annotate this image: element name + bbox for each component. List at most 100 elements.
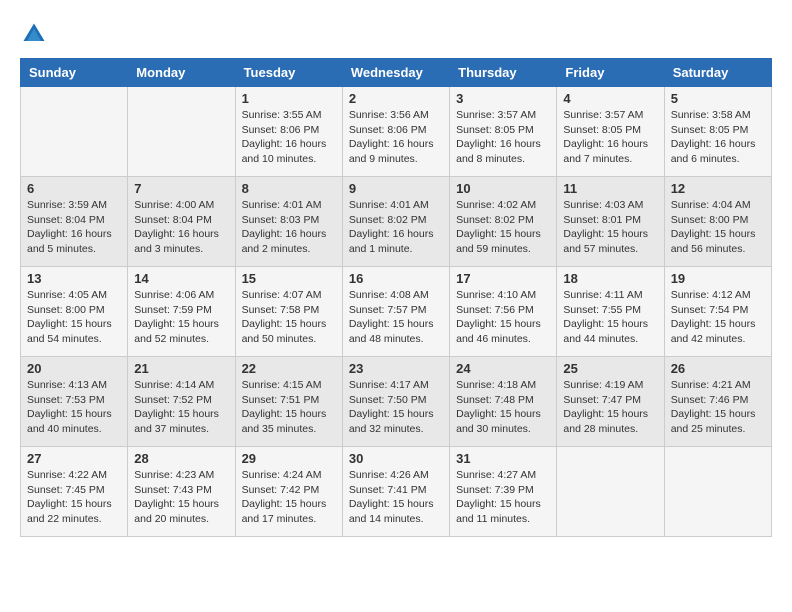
day-cell: 8 Sunrise: 4:01 AM Sunset: 8:03 PM Daylig…: [235, 177, 342, 267]
day-cell: [128, 87, 235, 177]
day-cell: 29Sunrise: 4:24 AM Sunset: 7:42 PM Dayli…: [235, 447, 342, 537]
day-cell: 20 Sunrise: 4:13 AM Sunset: 7:53 PM Dayli…: [21, 357, 128, 447]
calendar-table: SundayMondayTuesdayWednesdayThursdayFrid…: [20, 58, 772, 537]
day-number: 20: [27, 361, 121, 376]
day-cell: 7 Sunrise: 4:00 AM Sunset: 8:04 PM Daylig…: [128, 177, 235, 267]
day-info: Sunrise: 4:12 AM Sunset: 7:54 PM Dayligh…: [671, 288, 765, 347]
day-cell: 30 Sunrise: 4:26 AM Sunset: 7:41 PM Dayli…: [342, 447, 449, 537]
day-info: Sunrise: 4:03 AM Sunset: 8:01 PM Dayligh…: [563, 198, 657, 257]
day-number: 8: [242, 181, 336, 196]
day-cell: 23Sunrise: 4:17 AM Sunset: 7:50 PM Dayli…: [342, 357, 449, 447]
day-cell: [21, 87, 128, 177]
day-info: Sunrise: 4:11 AM Sunset: 7:55 PM Dayligh…: [563, 288, 657, 347]
day-info: Sunrise: 4:14 AM Sunset: 7:52 PM Dayligh…: [134, 378, 228, 437]
day-cell: 27Sunrise: 4:22 AM Sunset: 7:45 PM Dayli…: [21, 447, 128, 537]
day-cell: 3Sunrise: 3:57 AM Sunset: 8:05 PM Daylig…: [450, 87, 557, 177]
day-info: Sunrise: 4:07 AM Sunset: 7:58 PM Dayligh…: [242, 288, 336, 347]
day-number: 14: [134, 271, 228, 286]
day-info: Sunrise: 4:15 AM Sunset: 7:51 PM Dayligh…: [242, 378, 336, 437]
day-cell: 17 Sunrise: 4:10 AM Sunset: 7:56 PM Dayli…: [450, 267, 557, 357]
day-number: 16: [349, 271, 443, 286]
day-number: 18: [563, 271, 657, 286]
logo-icon: [20, 20, 48, 48]
week-row-3: 20 Sunrise: 4:13 AM Sunset: 7:53 PM Dayli…: [21, 357, 772, 447]
day-number: 22: [242, 361, 336, 376]
day-cell: 11 Sunrise: 4:03 AM Sunset: 8:01 PM Dayli…: [557, 177, 664, 267]
day-number: 30: [349, 451, 443, 466]
week-row-1: 6 Sunrise: 3:59 AM Sunset: 8:04 PM Daylig…: [21, 177, 772, 267]
day-cell: 16 Sunrise: 4:08 AM Sunset: 7:57 PM Dayli…: [342, 267, 449, 357]
day-number: 6: [27, 181, 121, 196]
day-number: 19: [671, 271, 765, 286]
day-number: 1: [242, 91, 336, 106]
day-number: 31: [456, 451, 550, 466]
day-number: 10: [456, 181, 550, 196]
day-cell: 31 Sunrise: 4:27 AM Sunset: 7:39 PM Dayli…: [450, 447, 557, 537]
day-number: 29: [242, 451, 336, 466]
day-number: 23: [349, 361, 443, 376]
day-number: 7: [134, 181, 228, 196]
day-info: Sunrise: 3:59 AM Sunset: 8:04 PM Dayligh…: [27, 198, 121, 257]
day-cell: 12 Sunrise: 4:04 AM Sunset: 8:00 PM Dayli…: [664, 177, 771, 267]
header-saturday: Saturday: [664, 59, 771, 87]
day-info: Sunrise: 4:00 AM Sunset: 8:04 PM Dayligh…: [134, 198, 228, 257]
day-number: 25: [563, 361, 657, 376]
page-header: [20, 20, 772, 48]
day-info: Sunrise: 4:06 AM Sunset: 7:59 PM Dayligh…: [134, 288, 228, 347]
day-info: Sunrise: 4:10 AM Sunset: 7:56 PM Dayligh…: [456, 288, 550, 347]
day-info: Sunrise: 3:55 AM Sunset: 8:06 PM Dayligh…: [242, 108, 336, 167]
header-thursday: Thursday: [450, 59, 557, 87]
day-cell: 9 Sunrise: 4:01 AM Sunset: 8:02 PM Daylig…: [342, 177, 449, 267]
header-friday: Friday: [557, 59, 664, 87]
day-number: 24: [456, 361, 550, 376]
day-number: 27: [27, 451, 121, 466]
day-cell: 5 Sunrise: 3:58 AM Sunset: 8:05 PM Daylig…: [664, 87, 771, 177]
day-cell: 14 Sunrise: 4:06 AM Sunset: 7:59 PM Dayli…: [128, 267, 235, 357]
day-number: 21: [134, 361, 228, 376]
header-monday: Monday: [128, 59, 235, 87]
day-cell: 18 Sunrise: 4:11 AM Sunset: 7:55 PM Dayli…: [557, 267, 664, 357]
day-info: Sunrise: 3:57 AM Sunset: 8:05 PM Dayligh…: [563, 108, 657, 167]
day-cell: 2Sunrise: 3:56 AM Sunset: 8:06 PM Daylig…: [342, 87, 449, 177]
day-number: 3: [456, 91, 550, 106]
logo: [20, 20, 52, 48]
day-cell: 24Sunrise: 4:18 AM Sunset: 7:48 PM Dayli…: [450, 357, 557, 447]
week-row-4: 27Sunrise: 4:22 AM Sunset: 7:45 PM Dayli…: [21, 447, 772, 537]
day-number: 17: [456, 271, 550, 286]
day-info: Sunrise: 3:58 AM Sunset: 8:05 PM Dayligh…: [671, 108, 765, 167]
day-info: Sunrise: 4:26 AM Sunset: 7:41 PM Dayligh…: [349, 468, 443, 527]
day-cell: 4Sunrise: 3:57 AM Sunset: 8:05 PM Daylig…: [557, 87, 664, 177]
day-info: Sunrise: 4:27 AM Sunset: 7:39 PM Dayligh…: [456, 468, 550, 527]
header-sunday: Sunday: [21, 59, 128, 87]
day-info: Sunrise: 4:01 AM Sunset: 8:03 PM Dayligh…: [242, 198, 336, 257]
week-row-2: 13 Sunrise: 4:05 AM Sunset: 8:00 PM Dayli…: [21, 267, 772, 357]
header-tuesday: Tuesday: [235, 59, 342, 87]
day-number: 12: [671, 181, 765, 196]
day-number: 28: [134, 451, 228, 466]
day-cell: 15 Sunrise: 4:07 AM Sunset: 7:58 PM Dayli…: [235, 267, 342, 357]
day-cell: 21 Sunrise: 4:14 AM Sunset: 7:52 PM Dayli…: [128, 357, 235, 447]
day-cell: [557, 447, 664, 537]
day-info: Sunrise: 3:56 AM Sunset: 8:06 PM Dayligh…: [349, 108, 443, 167]
day-cell: 25 Sunrise: 4:19 AM Sunset: 7:47 PM Dayli…: [557, 357, 664, 447]
day-cell: [664, 447, 771, 537]
day-info: Sunrise: 4:04 AM Sunset: 8:00 PM Dayligh…: [671, 198, 765, 257]
day-info: Sunrise: 4:08 AM Sunset: 7:57 PM Dayligh…: [349, 288, 443, 347]
day-cell: 1 Sunrise: 3:55 AM Sunset: 8:06 PM Daylig…: [235, 87, 342, 177]
week-row-0: 1 Sunrise: 3:55 AM Sunset: 8:06 PM Daylig…: [21, 87, 772, 177]
day-cell: 6 Sunrise: 3:59 AM Sunset: 8:04 PM Daylig…: [21, 177, 128, 267]
day-info: Sunrise: 4:21 AM Sunset: 7:46 PM Dayligh…: [671, 378, 765, 437]
day-number: 13: [27, 271, 121, 286]
day-info: Sunrise: 4:23 AM Sunset: 7:43 PM Dayligh…: [134, 468, 228, 527]
day-info: Sunrise: 4:02 AM Sunset: 8:02 PM Dayligh…: [456, 198, 550, 257]
day-number: 26: [671, 361, 765, 376]
day-info: Sunrise: 4:05 AM Sunset: 8:00 PM Dayligh…: [27, 288, 121, 347]
day-number: 11: [563, 181, 657, 196]
day-number: 5: [671, 91, 765, 106]
day-info: Sunrise: 4:19 AM Sunset: 7:47 PM Dayligh…: [563, 378, 657, 437]
day-info: Sunrise: 4:13 AM Sunset: 7:53 PM Dayligh…: [27, 378, 121, 437]
day-number: 15: [242, 271, 336, 286]
day-cell: 13 Sunrise: 4:05 AM Sunset: 8:00 PM Dayli…: [21, 267, 128, 357]
day-info: Sunrise: 4:01 AM Sunset: 8:02 PM Dayligh…: [349, 198, 443, 257]
day-number: 9: [349, 181, 443, 196]
